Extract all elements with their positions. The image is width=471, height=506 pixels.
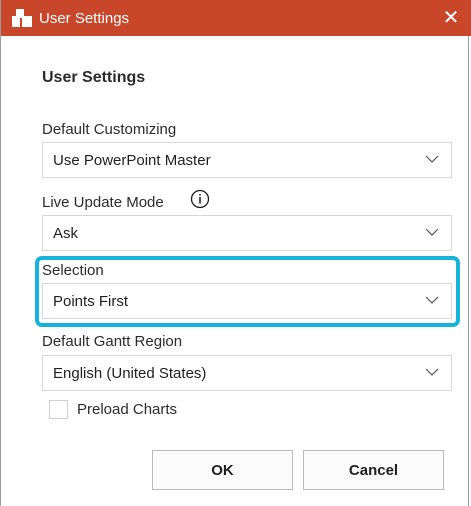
chevron-down-icon (425, 368, 439, 376)
default-customizing-label: Default Customizing (42, 121, 177, 138)
preload-charts-checkbox[interactable] (49, 400, 68, 419)
title-bar: User Settings ✕ (1, 0, 471, 36)
ok-button[interactable]: OK (152, 450, 293, 490)
default-gantt-region-select[interactable]: English (United States) (42, 355, 452, 391)
app-icon (12, 9, 32, 27)
live-update-mode-select[interactable]: Ask (42, 215, 452, 251)
chevron-down-icon (425, 155, 439, 163)
window-title: User Settings (39, 10, 130, 27)
live-update-mode-value: Ask (53, 225, 79, 242)
selection-label: Selection (42, 262, 104, 279)
chevron-down-icon (425, 228, 439, 236)
info-icon[interactable] (190, 189, 210, 209)
selection-value: Points First (53, 293, 129, 310)
live-update-mode-label: Live Update Mode (42, 194, 164, 211)
selection-select[interactable]: Points First (42, 283, 452, 319)
cancel-button[interactable]: Cancel (303, 450, 444, 490)
default-customizing-value: Use PowerPoint Master (53, 152, 211, 169)
default-gantt-region-value: English (United States) (53, 365, 207, 382)
user-settings-dialog: User Settings ✕ User Settings Default Cu… (0, 0, 471, 506)
page-title: User Settings (42, 69, 146, 86)
chevron-down-icon (425, 296, 439, 304)
preload-charts-label[interactable]: Preload Charts (77, 401, 177, 418)
default-gantt-region-label: Default Gantt Region (42, 333, 183, 350)
close-icon[interactable]: ✕ (438, 5, 464, 31)
default-customizing-select[interactable]: Use PowerPoint Master (42, 142, 452, 178)
